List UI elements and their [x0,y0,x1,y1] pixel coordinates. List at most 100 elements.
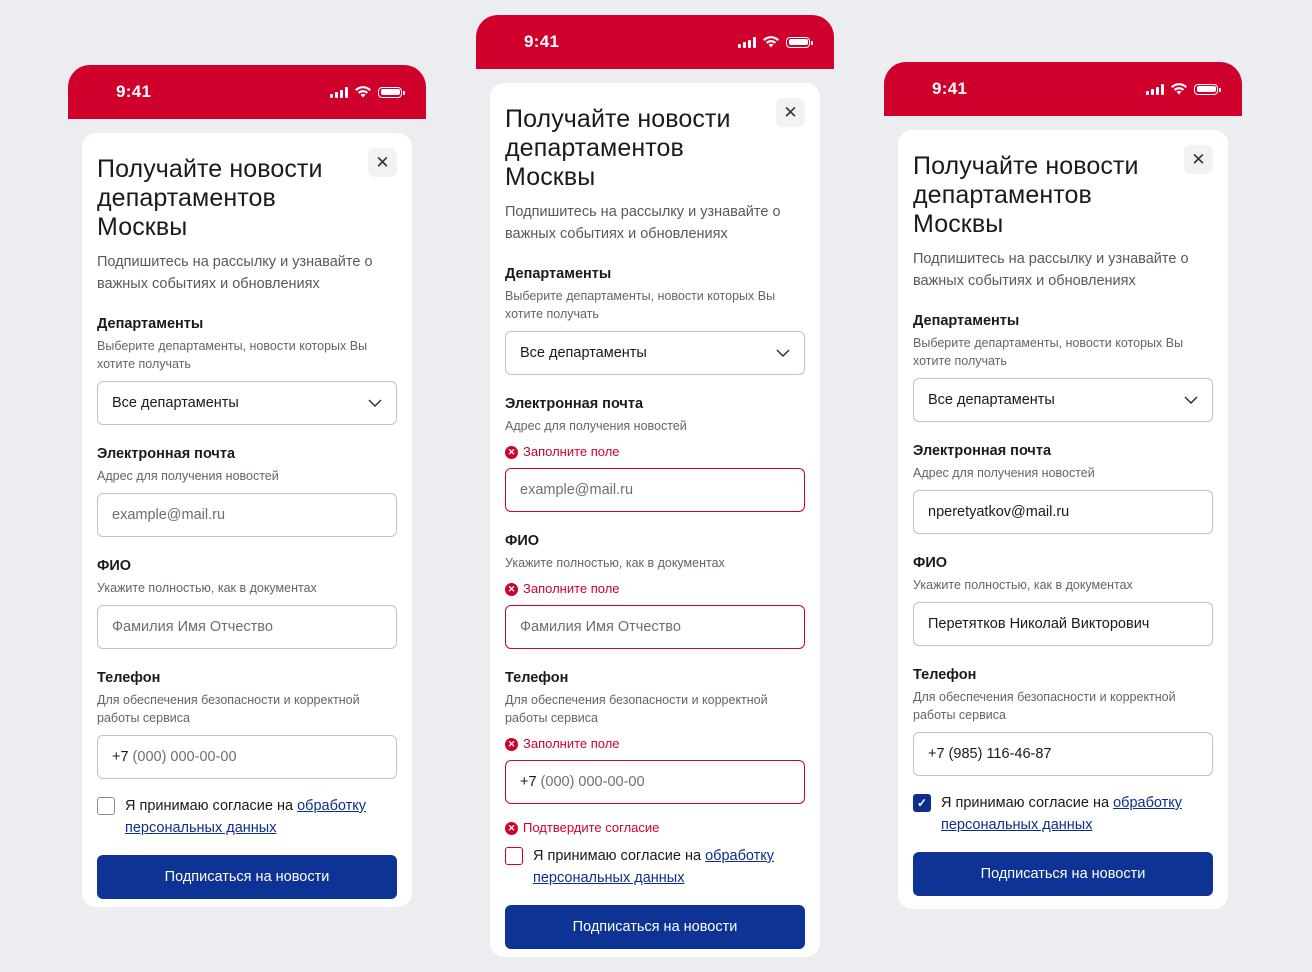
subscribe-button[interactable]: Подписаться на новости [913,852,1213,896]
consent-checkbox[interactable] [97,797,115,815]
signal-icon [330,86,348,98]
fio-field: ФИО Укажите полностью, как в документах … [913,554,1213,646]
fio-hint: Укажите полностью, как в документах [913,578,1133,592]
status-time: 9:41 [524,32,560,51]
departments-select-value: Все департаменты [112,395,239,411]
phone-error-text: Заполните поле [523,736,620,751]
consent-label: Я принимаю согласие на [941,795,1114,811]
check-icon: ✓ [916,796,928,810]
email-field: Электронная почта Адрес для получения но… [505,395,805,512]
email-hint: Адрес для получения новостей [913,466,1095,480]
form-subtitle: Подпишитесь на рассылку и узнавайте о ва… [505,204,781,242]
phone-input[interactable]: +7 (985) 116-46-87 [913,732,1213,776]
battery-icon [378,86,405,98]
consent-text: Я принимаю согласие на обработку персона… [941,792,1213,836]
form-title: Получайте новости департаментов Москвы [913,152,1139,238]
departments-hint: Выберите департаменты, новости которых В… [505,289,776,321]
chevron-down-icon [1184,396,1198,404]
chevron-down-icon [368,399,382,407]
email-hint: Адрес для получения новостей [505,419,687,433]
phone-input[interactable]: +7 (000) 000-00-00 [97,735,397,779]
phone-error-state: 9:41 ✕ Получайте новости департаментов М… [476,15,834,957]
fio-input[interactable]: Перетятков Николай Викторович [913,602,1213,646]
email-placeholder: example@mail.ru [112,507,226,523]
phone-error: ✕ Заполните поле [505,736,805,752]
subscribe-form-card: ✕ Получайте новости департаментов Москвы… [898,130,1228,909]
consent-error-text: Подтвердите согласие [523,820,660,835]
fio-hint: Укажите полностью, как в документах [505,556,725,570]
phone-field: Телефон Для обеспечения безопасности и к… [913,666,1213,776]
departments-field: Департаменты Выберите департаменты, ново… [505,265,805,375]
phone-filled-state: 9:41 ✕ Получайте новости департаментов М… [884,62,1242,909]
email-error: ✕ Заполните поле [505,444,805,460]
close-icon[interactable]: ✕ [1184,145,1213,174]
phone-input[interactable]: +7 (000) 000-00-00 [505,760,805,804]
email-label: Электронная почта [97,446,236,462]
email-input[interactable]: example@mail.ru [97,493,397,537]
consent-label: Я принимаю согласие на [125,798,298,814]
phone-placeholder: (000) 000-00-00 [132,749,237,765]
wifi-icon [355,86,371,98]
status-icons [1146,83,1221,95]
fio-placeholder: Фамилия Имя Отчество [520,619,681,635]
battery-icon [786,36,813,48]
fio-field: ФИО Укажите полностью, как в документах … [505,532,805,649]
error-icon: ✕ [505,821,518,835]
form-subtitle: Подпишитесь на рассылку и узнавайте о ва… [913,251,1189,289]
fio-error-text: Заполните поле [523,581,620,596]
fio-label: ФИО [913,555,948,571]
signal-icon [1146,83,1164,95]
phone-empty-state: 9:41 ✕ Получайте новости департаментов М… [68,65,426,907]
status-bar: 9:41 [884,62,1242,116]
departments-select[interactable]: Все департаменты [505,331,805,375]
fio-field: ФИО Укажите полностью, как в документах … [97,557,397,649]
close-icon[interactable]: ✕ [368,148,397,177]
email-input[interactable]: example@mail.ru [505,468,805,512]
battery-icon [1194,83,1221,95]
consent-text: Я принимаю согласие на обработку персона… [125,795,397,839]
fio-input[interactable]: Фамилия Имя Отчество [505,605,805,649]
departments-select[interactable]: Все департаменты [913,378,1213,422]
email-field: Электронная почта Адрес для получения но… [913,442,1213,534]
chevron-down-icon [776,349,790,357]
fio-error: ✕ Заполните поле [505,581,805,597]
departments-field: Департаменты Выберите департаменты, ново… [913,312,1213,422]
phone-label: Телефон [97,670,161,686]
fio-value: Перетятков Николай Викторович [928,616,1150,632]
consent-checkbox[interactable]: ✓ [913,794,931,812]
departments-select[interactable]: Все департаменты [97,381,397,425]
status-icons [330,86,405,98]
error-icon: ✕ [505,445,518,459]
phone-field: Телефон Для обеспечения безопасности и к… [97,669,397,779]
departments-hint: Выберите департаменты, новости которых В… [97,339,368,371]
close-icon[interactable]: ✕ [776,98,805,127]
phone-hint: Для обеспечения безопасности и корректно… [97,693,360,725]
consent-checkbox[interactable] [505,847,523,865]
fio-hint: Укажите полностью, как в документах [97,581,317,595]
email-placeholder: example@mail.ru [520,482,634,498]
email-field: Электронная почта Адрес для получения но… [97,445,397,537]
signal-icon [738,36,756,48]
departments-hint: Выберите департаменты, новости которых В… [913,336,1184,368]
departments-label: Департаменты [505,266,612,282]
departments-select-value: Все департаменты [928,392,1055,408]
phone-label: Телефон [913,667,977,683]
phone-hint: Для обеспечения безопасности и корректно… [913,690,1176,722]
email-value: nperetyatkov@mail.ru [928,504,1070,520]
departments-field: Департаменты Выберите департаменты, ново… [97,315,397,425]
departments-label: Департаменты [913,313,1020,329]
departments-select-value: Все департаменты [520,345,647,361]
fio-input[interactable]: Фамилия Имя Отчество [97,605,397,649]
phone-country-code: +7 [520,774,537,790]
email-error-text: Заполните поле [523,444,620,459]
email-input[interactable]: nperetyatkov@mail.ru [913,490,1213,534]
form-title: Получайте новости департаментов Москвы [505,105,731,191]
subscribe-button[interactable]: Подписаться на новости [505,905,805,949]
consent-row: ✓ Я принимаю согласие на обработку персо… [913,792,1213,836]
wifi-icon [763,36,779,48]
subscribe-button[interactable]: Подписаться на новости [97,855,397,899]
status-icons [738,36,813,48]
consent-error: ✕ Подтвердите согласие [505,820,805,836]
phone-country-code: +7 [112,749,129,765]
error-icon: ✕ [505,737,518,751]
